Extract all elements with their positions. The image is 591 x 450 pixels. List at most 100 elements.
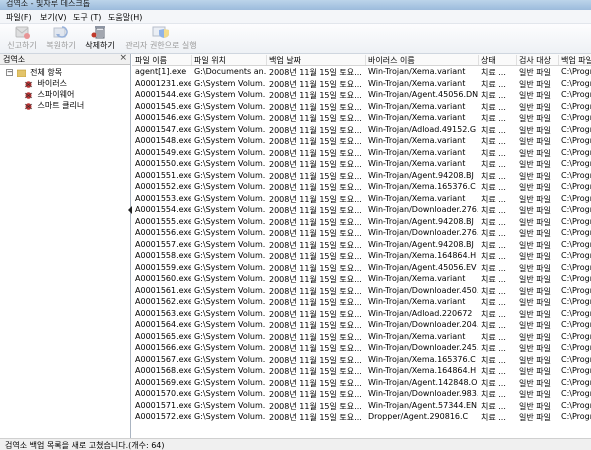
cell-scan-target: 일반 파일: [519, 171, 551, 181]
restore-button[interactable]: 복원하기: [42, 25, 80, 53]
run-as-admin-label: 관리자 권한으로 실행: [125, 41, 197, 50]
report-button[interactable]: 신고하기: [4, 25, 40, 53]
cell-file-location: G:\System Volum...: [194, 320, 266, 329]
menu-view[interactable]: 보기(V): [40, 12, 66, 23]
column-header-backup-date[interactable]: 백업 날짜: [269, 55, 301, 66]
cell-scan-target: 일반 파일: [519, 194, 551, 204]
tree-item-all[interactable]: − 전체 항목: [6, 67, 62, 78]
table-row[interactable]: agent[1].exe G:\Documents an... 2008년 11월 …: [132, 66, 591, 78]
column-divider[interactable]: [478, 55, 479, 65]
cell-backup-date: 2008년 11월 15일 토요...: [269, 309, 362, 319]
cell-virus-name: Win-Trojan/Downloader.204...: [368, 320, 478, 329]
column-header-file-location[interactable]: 파일 위치: [194, 55, 226, 66]
table-row[interactable]: A0001551.exe G:\System Volum... 2008년 11월 …: [132, 170, 591, 182]
table-row[interactable]: A0001569.exe G:\System Volum... 2008년 11월 …: [132, 377, 591, 389]
menu-file[interactable]: 파일(F): [6, 12, 32, 23]
table-row[interactable]: A0001559.exe G:\System Volum... 2008년 11월 …: [132, 262, 591, 274]
column-divider[interactable]: [365, 55, 366, 65]
tree-item-spyware[interactable]: 스파이웨어: [24, 89, 74, 100]
table-row[interactable]: A0001558.exe G:\System Volum... 2008년 11월 …: [132, 250, 591, 262]
table-row[interactable]: A0001571.exe G:\System Volum... 2008년 11월 …: [132, 400, 591, 412]
table-row[interactable]: A0001550.exe G:\System Volum... 2008년 11월 …: [132, 158, 591, 170]
table-row[interactable]: A0001553.exe G:\System Volum... 2008년 11월 …: [132, 193, 591, 205]
delete-icon: [91, 26, 105, 39]
cell-backup-date: 2008년 11월 15일 토요...: [269, 206, 362, 215]
table-row[interactable]: A0001560.exe G:\System Volum... 2008년 11월 …: [132, 273, 591, 285]
table-row[interactable]: A0001557.exe G:\System Volum... 2008년 11월 …: [132, 239, 591, 251]
menu-tools[interactable]: 도구 (T): [73, 12, 101, 23]
column-header-status[interactable]: 상태: [481, 55, 496, 66]
cell-virus-name: Win-Trojan/Agent.94208.BJ: [368, 170, 474, 180]
column-divider[interactable]: [516, 55, 517, 65]
cell-file-name: A0001231.exe: [135, 78, 191, 88]
cell-file-name: A0001569.exe: [135, 377, 191, 387]
admin-shield-icon: [152, 26, 169, 38]
column-divider[interactable]: [266, 55, 267, 65]
cell-file-location: G:\System Volum...: [194, 147, 266, 157]
tree-item-smart-cleaner[interactable]: 스마트 클리너: [24, 100, 84, 111]
table-row[interactable]: A0001546.exe G:\System Volum... 2008년 11월 …: [132, 112, 591, 124]
cell-file-location: G:\System Volum...: [194, 170, 266, 180]
table-row[interactable]: A0001561.exe G:\System Volum... 2008년 11월 …: [132, 285, 591, 297]
table-row[interactable]: A0001562.exe G:\System Volum... 2008년 11월 …: [132, 296, 591, 308]
cell-file-name: A0001554.exe: [135, 205, 191, 214]
cell-scan-target: 일반 파일: [519, 355, 551, 365]
close-icon[interactable]: ×: [119, 53, 127, 63]
table-row[interactable]: A0001548.exe G:\System Volum... 2008년 11월 …: [132, 135, 591, 147]
table-row[interactable]: A0001547.exe G:\System Volum... 2008년 11월 …: [132, 124, 591, 136]
table-row[interactable]: A0001564.exe G:\System Volum... 2008년 11월 …: [132, 319, 591, 331]
tree-item-smart-cleaner-label: 스마트 클리너: [37, 101, 85, 110]
cell-status: 치료 ...: [481, 332, 506, 342]
table-row[interactable]: A0001568.exe G:\System Volum... 2008년 11월 …: [132, 365, 591, 377]
table-row[interactable]: A0001556.exe G:\System Volum... 2008년 11월 …: [132, 227, 591, 239]
table-row[interactable]: A0001231.exe G:\System Volum... 2008년 11월 …: [132, 78, 591, 90]
table-row[interactable]: A0001570.exe G:\System Volum... 2008년 11월 …: [132, 388, 591, 400]
run-as-admin-button[interactable]: 관리자 권한으로 실행: [120, 25, 202, 53]
column-header-virus-name[interactable]: 바이러스 이름: [368, 55, 415, 66]
cell-backup-file: C:\Progr: [561, 136, 591, 145]
cell-backup-date: 2008년 11월 15일 토요...: [269, 137, 362, 146]
cell-status: 치료 ...: [481, 114, 506, 123]
status-bar: 검역소 백업 목록을 새로 고쳤습니다.(개수: 64): [0, 438, 591, 450]
table-row[interactable]: A0001566.exe G:\System Volum... 2008년 11월 …: [132, 342, 591, 354]
delete-button[interactable]: 삭제하기: [82, 25, 118, 53]
cell-file-name: A0001560.exe: [135, 274, 191, 283]
cell-virus-name: Win-Trojan/Xema.165376.C: [368, 182, 476, 191]
table-row[interactable]: A0001544.exe G:\System Volum... 2008년 11월 …: [132, 89, 591, 101]
cell-status: 치료 ...: [481, 298, 506, 307]
cell-file-location: G:\System Volum...: [194, 228, 266, 237]
toolbar: 신고하기 복원하기 삭제하기 관리자 권한으로 실행: [0, 24, 591, 54]
cell-backup-file: C:\Progr: [561, 124, 591, 134]
cell-scan-target: 일반 파일: [519, 263, 551, 273]
column-divider[interactable]: [558, 55, 559, 65]
cell-backup-file: C:\Progr: [561, 193, 591, 203]
table-row[interactable]: A0001552.exe G:\System Volum... 2008년 11월 …: [132, 181, 591, 193]
cell-file-location: G:\System Volum...: [194, 262, 266, 272]
cell-file-name: A0001546.exe: [135, 113, 191, 122]
delete-button-label: 삭제하기: [85, 41, 115, 50]
column-header-file-name[interactable]: 파일 이름: [135, 55, 167, 66]
cell-scan-target: 일반 파일: [519, 309, 551, 319]
table-row[interactable]: A0001555.exe G:\System Volum... 2008년 11월 …: [132, 216, 591, 228]
cell-virus-name: Win-Trojan/Downloader.276...: [368, 205, 478, 214]
collapse-icon[interactable]: −: [6, 69, 13, 76]
table-row[interactable]: A0001554.exe G:\System Volum... 2008년 11월 …: [132, 204, 591, 216]
column-header-scan-target[interactable]: 검사 대상: [519, 55, 551, 66]
table-row[interactable]: A0001565.exe G:\System Volum... 2008년 11월 …: [132, 331, 591, 343]
column-divider[interactable]: [191, 55, 192, 65]
table-row[interactable]: A0001549.exe G:\System Volum... 2008년 11월 …: [132, 147, 591, 159]
cell-backup-date: 2008년 11월 15일 토요...: [269, 79, 362, 89]
cell-file-location: G:\System Volum...: [194, 366, 266, 375]
menu-help[interactable]: 도움말(H): [108, 12, 142, 23]
cell-status: 치료 ...: [481, 413, 506, 422]
cell-file-name: A0001570.exe: [135, 389, 191, 398]
table-row[interactable]: A0001567.exe G:\System Volum... 2008년 11월 …: [132, 354, 591, 366]
cell-file-name: A0001564.exe: [135, 320, 191, 329]
table-row[interactable]: A0001563.exe G:\System Volum... 2008년 11월 …: [132, 308, 591, 320]
cell-scan-target: 일반 파일: [519, 183, 551, 192]
tree-item-virus[interactable]: 바이러스: [24, 78, 67, 89]
column-header-backup-file[interactable]: 백업 파일: [561, 55, 591, 66]
table-row[interactable]: A0001545.exe G:\System Volum... 2008년 11월 …: [132, 101, 591, 113]
cell-backup-date: 2008년 11월 15일 토요...: [269, 367, 362, 376]
table-row[interactable]: A0001572.exe G:\System Volum... 2008년 11월 …: [132, 411, 591, 423]
